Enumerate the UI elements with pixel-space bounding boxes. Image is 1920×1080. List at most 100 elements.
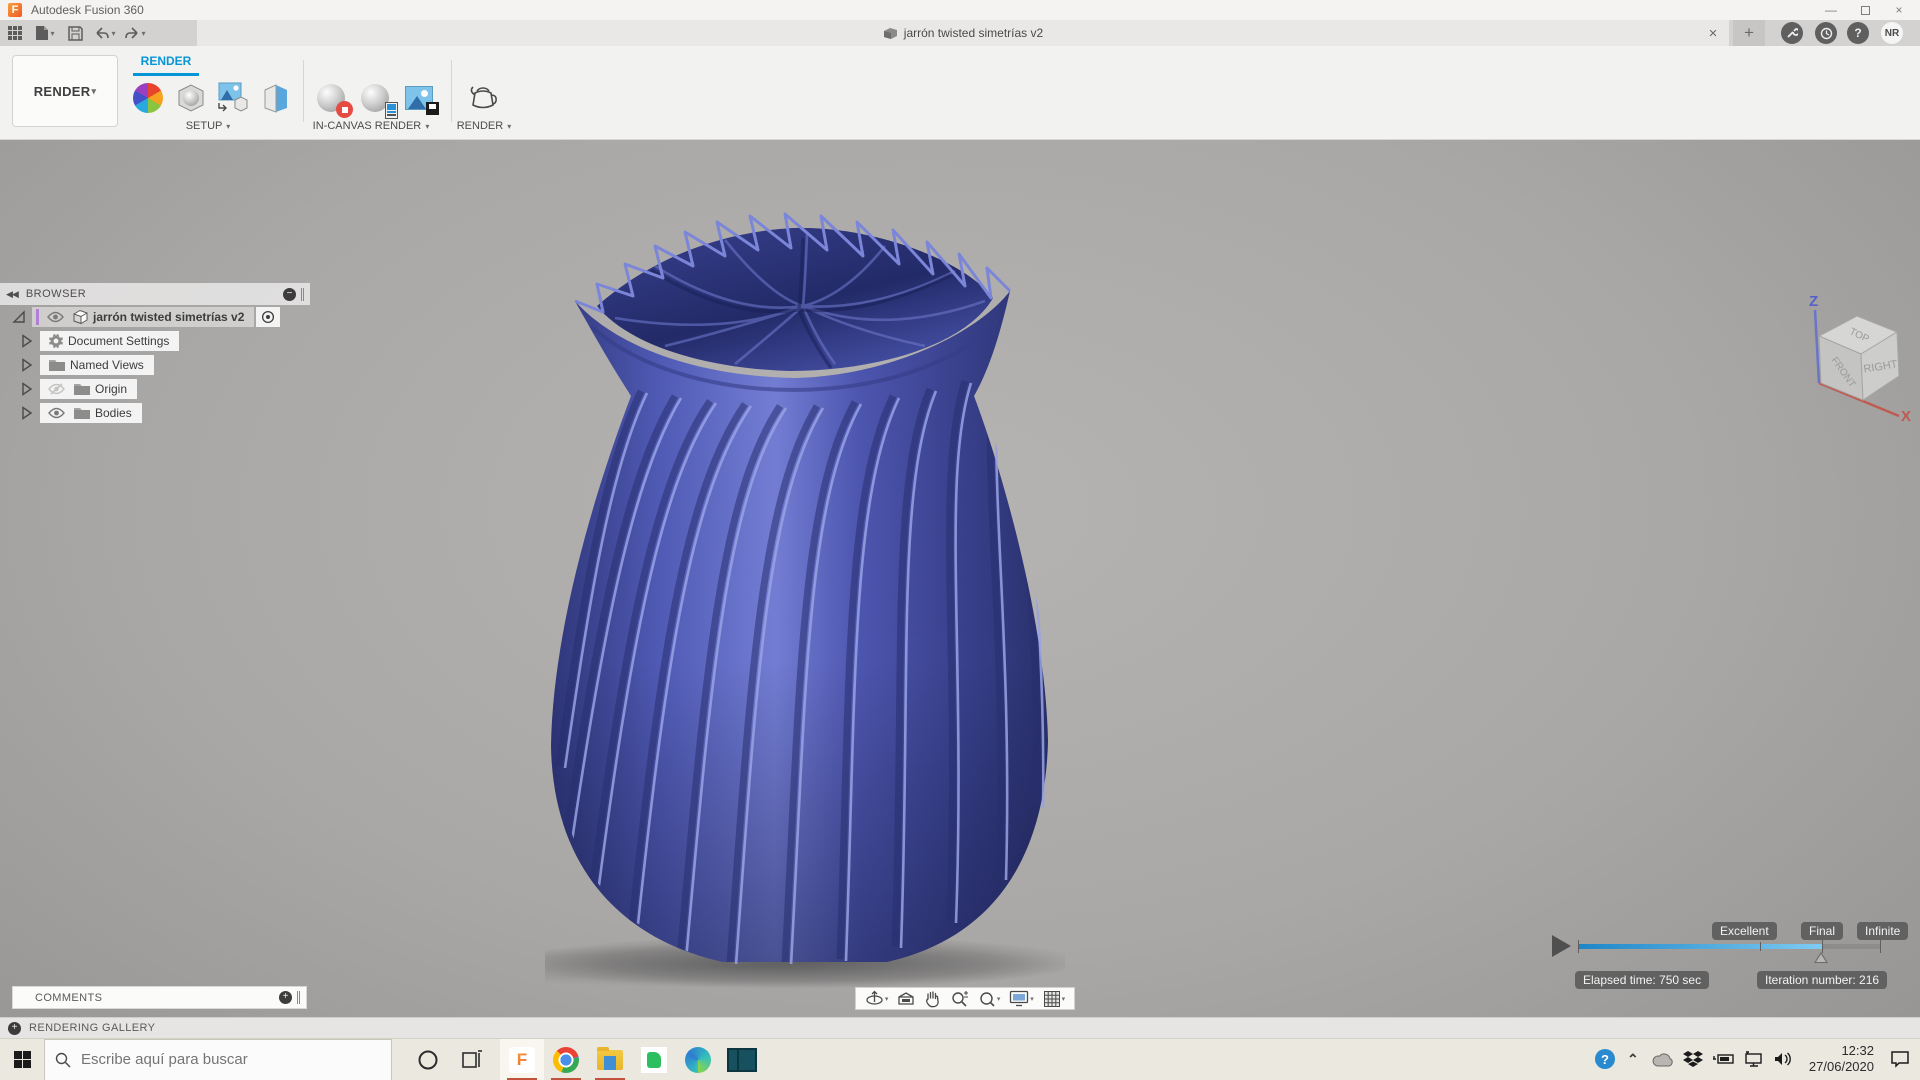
collapsed-twisty-icon[interactable] [20, 334, 34, 348]
app-grid-icon [8, 26, 22, 40]
rendering-gallery-label[interactable]: RENDERING GALLERY [29, 1022, 155, 1034]
panel-drag-handle[interactable] [301, 287, 304, 301]
taskbar-search[interactable] [44, 1038, 392, 1080]
z-axis-label: Z [1809, 293, 1818, 310]
texture-map-controls-button[interactable] [213, 78, 253, 118]
task-view-button[interactable] [450, 1039, 494, 1080]
render-progress-slider[interactable] [1578, 940, 1881, 953]
expand-gallery-icon[interactable]: + [8, 1021, 21, 1035]
collapsed-twisty-icon[interactable] [20, 358, 34, 372]
quality-label-infinite[interactable]: Infinite [1857, 922, 1909, 940]
visibility-eye-icon[interactable] [48, 407, 65, 419]
start-button[interactable] [0, 1039, 44, 1080]
job-status-button[interactable] [1781, 22, 1803, 44]
quality-label-excellent[interactable]: Excellent [1712, 922, 1777, 940]
panel-plus-icon[interactable]: + [279, 991, 292, 1004]
zoom-icon [952, 990, 968, 1007]
browser-item-label[interactable]: Document Settings [68, 334, 169, 348]
browser-item-named-views[interactable]: Named Views [0, 353, 310, 377]
ribbon-separator [451, 60, 452, 122]
expanded-twisty-icon[interactable] [12, 310, 26, 324]
grid-layout-button[interactable]: ▾ [1043, 990, 1065, 1008]
capture-image-button[interactable] [399, 78, 439, 118]
collapsed-twisty-icon[interactable] [20, 382, 34, 396]
comments-panel[interactable]: COMMENTS + [12, 986, 307, 1009]
file-menu-button[interactable]: ▾ [30, 21, 60, 45]
show-hidden-icons-chevron[interactable]: ⌃ [1621, 1047, 1645, 1071]
taskbar-edge[interactable] [676, 1039, 720, 1080]
viewport-canvas[interactable]: ◀◀ BROWSER − jarrón twisted simetrías v2 [0, 140, 1920, 1017]
help-button[interactable]: ? [1847, 22, 1869, 44]
render-focus-target-button[interactable] [256, 307, 281, 327]
system-tray: ? ⌃ 12:32 27/06/2020 [1594, 1038, 1912, 1080]
save-button[interactable] [60, 21, 90, 45]
browser-root-label[interactable]: jarrón twisted simetrías v2 [93, 310, 244, 324]
tab-close-button[interactable]: × [1703, 23, 1723, 43]
help-tray-icon[interactable]: ? [1594, 1049, 1615, 1069]
cortana-button[interactable] [406, 1039, 450, 1080]
browser-item-label[interactable]: Origin [95, 382, 127, 396]
browser-item-label[interactable]: Bodies [95, 406, 132, 420]
dropbox-icon[interactable] [1681, 1047, 1705, 1071]
capture-image-icon [405, 86, 439, 115]
taskbar-app-window[interactable] [720, 1039, 764, 1080]
taskbar-chrome[interactable] [544, 1039, 588, 1080]
in-canvas-render-button[interactable] [311, 78, 353, 118]
taskbar-fusion360[interactable]: F [500, 1038, 544, 1080]
clock[interactable]: 12:32 27/06/2020 [1809, 1043, 1874, 1076]
caret-down-icon: ▾ [884, 995, 889, 1003]
group-label-render[interactable]: RENDER ▾ [457, 120, 512, 132]
user-avatar[interactable]: NR [1881, 22, 1903, 44]
battery-icon[interactable] [1711, 1047, 1735, 1071]
collapsed-twisty-icon[interactable] [20, 406, 34, 420]
workspace-selector-button[interactable]: RENDER ▾ [12, 55, 118, 127]
action-center-icon[interactable] [1888, 1047, 1912, 1071]
fit-button[interactable]: ▾ [978, 990, 1000, 1008]
document-tab[interactable]: jarrón twisted simetrías v2 × [197, 20, 1729, 46]
browser-panel-header[interactable]: ◀◀ BROWSER − [0, 283, 310, 305]
new-tab-button[interactable]: + [1733, 20, 1765, 46]
panel-drag-handle[interactable] [297, 991, 300, 1004]
browser-item-origin[interactable]: Origin [0, 377, 310, 401]
minimize-button[interactable]: — [1814, 0, 1848, 20]
browser-item-label[interactable]: Named Views [70, 358, 144, 372]
render-button[interactable] [463, 78, 503, 118]
appearance-button[interactable] [128, 78, 168, 118]
zoom-button[interactable] [950, 990, 969, 1008]
pan-button[interactable] [924, 990, 941, 1008]
volume-icon[interactable] [1771, 1047, 1795, 1071]
visibility-eye-icon[interactable] [47, 311, 64, 323]
onedrive-cloud-icon[interactable] [1651, 1047, 1675, 1071]
visibility-off-eye-icon[interactable] [48, 382, 65, 396]
window-controls: — × [1814, 0, 1916, 20]
orbit-button[interactable]: ▾ [865, 989, 889, 1008]
browser-root-row[interactable]: jarrón twisted simetrías v2 [0, 305, 310, 329]
ribbon-tab-render[interactable]: RENDER [133, 54, 199, 76]
display-settings-button[interactable]: ▾ [1009, 990, 1034, 1007]
search-input[interactable] [81, 1051, 361, 1068]
taskbar-file-explorer[interactable] [588, 1039, 632, 1080]
group-label-setup[interactable]: SETUP ▾ [186, 120, 231, 132]
render-play-button[interactable] [1552, 935, 1571, 957]
recent-activity-button[interactable] [1815, 22, 1837, 44]
panel-minus-icon[interactable]: − [283, 287, 296, 301]
quality-slider-marker[interactable] [1814, 952, 1828, 963]
network-icon[interactable] [1741, 1047, 1765, 1071]
redo-button[interactable]: ▾ [120, 21, 150, 45]
quality-label-final[interactable]: Final [1801, 922, 1844, 940]
close-button[interactable]: × [1882, 0, 1916, 20]
browser-item-document-settings[interactable]: Document Settings [0, 329, 310, 353]
flip-normal-button[interactable] [256, 78, 296, 118]
scene-settings-button[interactable] [171, 78, 211, 118]
undo-button[interactable]: ▾ [90, 21, 120, 45]
view-cube[interactable]: Z X TOP FRONT RIGHT [1795, 288, 1915, 423]
in-canvas-render-settings-button[interactable] [355, 78, 398, 119]
app-grid-button[interactable] [0, 21, 30, 45]
restore-button[interactable] [1848, 0, 1882, 20]
browser-item-bodies[interactable]: Bodies [0, 401, 310, 425]
group-label-in-canvas-render[interactable]: IN-CANVAS RENDER ▾ [313, 120, 430, 132]
taskbar-evernote[interactable] [632, 1039, 676, 1080]
collapse-panel-icon[interactable]: ◀◀ [6, 289, 19, 300]
look-at-button[interactable] [897, 991, 915, 1007]
ribbon-toolbar: RENDER ▾ RENDER SETUP ▾ IN-CANVAS RENDER… [0, 46, 1920, 140]
